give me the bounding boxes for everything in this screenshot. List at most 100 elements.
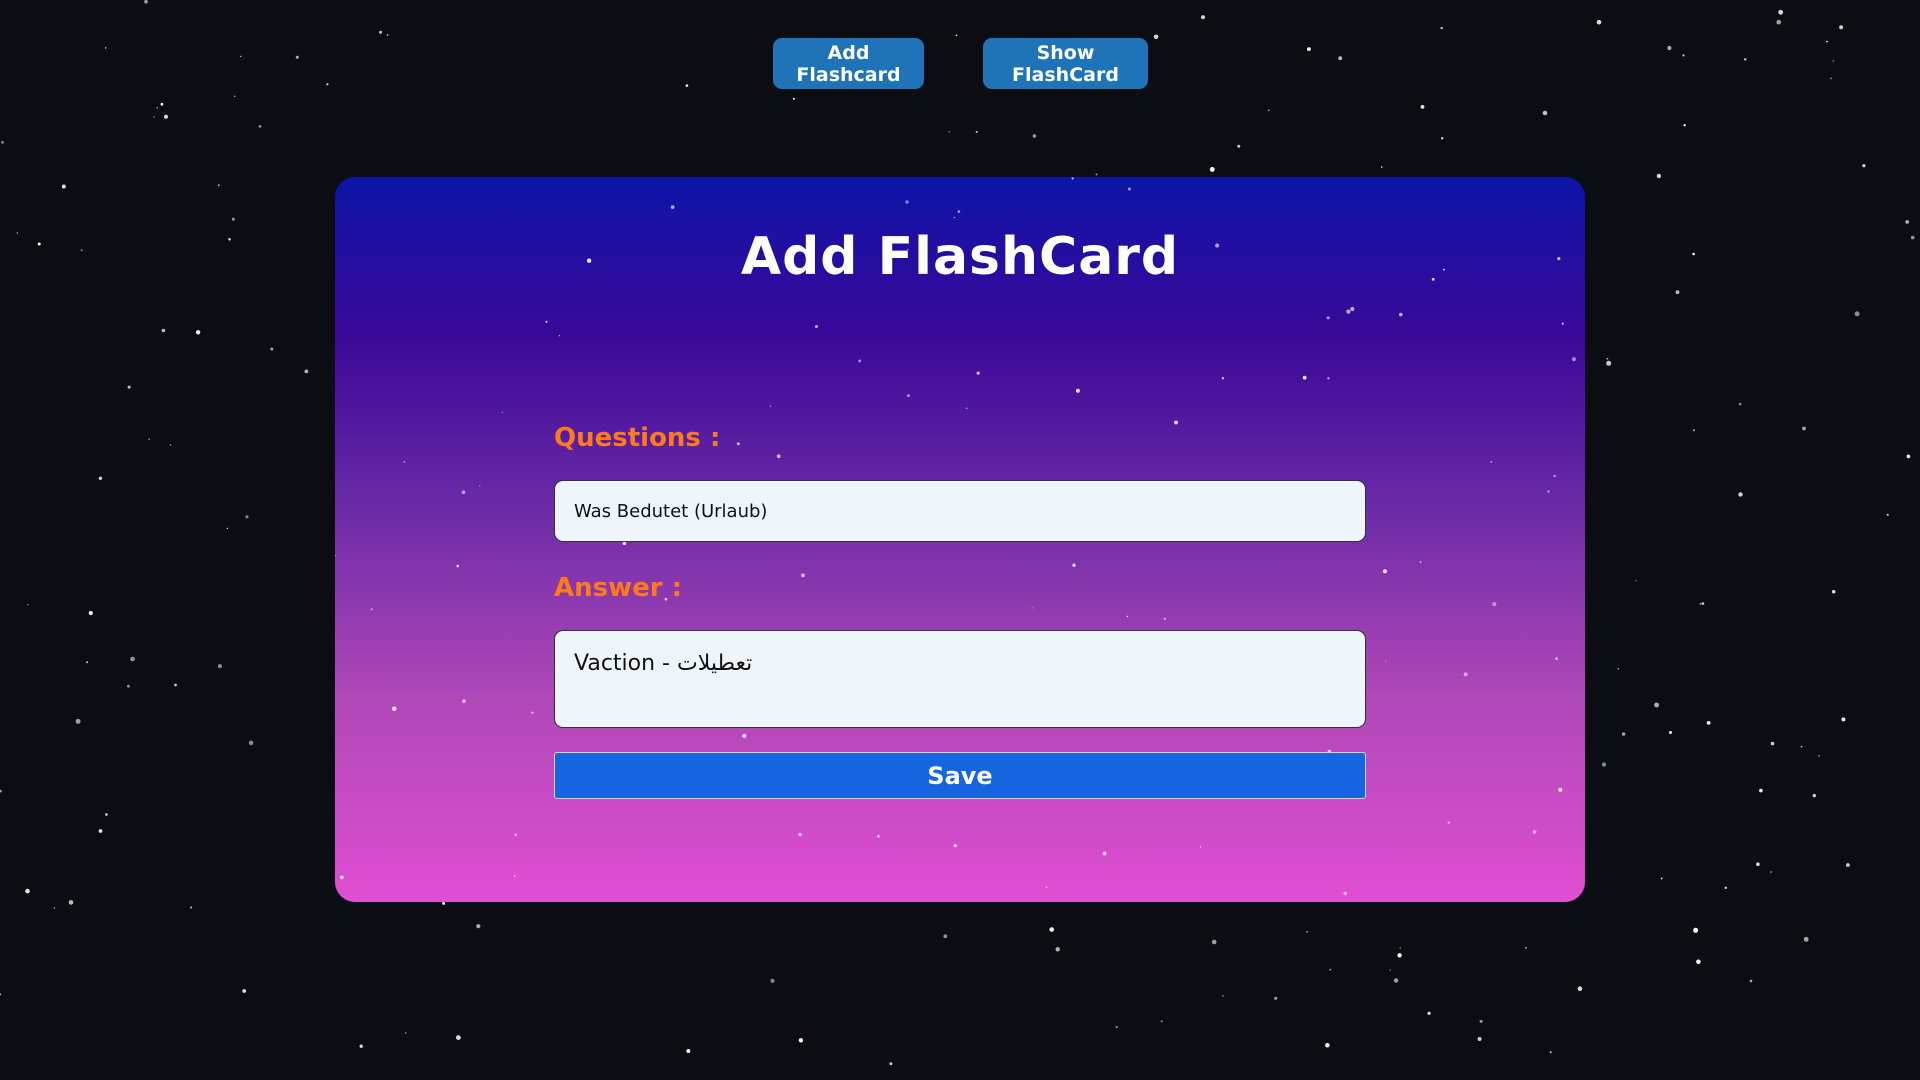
star (798, 1038, 804, 1043)
star (1049, 927, 1054, 932)
star (858, 359, 862, 363)
star (127, 385, 131, 389)
star (190, 906, 193, 909)
answer-label: Answer : (554, 573, 683, 603)
star (976, 371, 980, 375)
star (404, 1032, 407, 1034)
star (1274, 996, 1278, 1000)
star (228, 238, 231, 241)
star (948, 131, 950, 133)
star (1160, 1020, 1163, 1023)
star (1905, 220, 1909, 224)
star (815, 325, 818, 328)
star (1759, 788, 1763, 793)
star (1778, 9, 1784, 15)
star (442, 902, 445, 905)
star (1075, 388, 1080, 393)
star (1211, 939, 1217, 945)
star (1525, 947, 1527, 949)
star (1596, 19, 1602, 25)
star (148, 438, 151, 441)
star (1222, 995, 1224, 997)
star (1221, 377, 1225, 380)
star (392, 706, 397, 711)
star (1553, 474, 1557, 478)
star (1542, 110, 1548, 116)
star (1200, 15, 1206, 20)
star (1399, 947, 1401, 949)
star (1635, 580, 1637, 582)
star (105, 813, 108, 816)
star (558, 334, 561, 337)
show-flashcard-nav-button[interactable]: Show FlashCard (983, 38, 1148, 89)
star (126, 684, 130, 688)
star (1756, 862, 1760, 866)
star (234, 95, 236, 98)
star (1326, 316, 1330, 320)
add-flashcard-panel: Add FlashCard Questions : Answer : Vacti… (335, 177, 1585, 902)
star (770, 978, 775, 983)
star (370, 608, 373, 611)
star (1724, 886, 1728, 889)
star (1325, 1042, 1330, 1048)
flashcard-form: Questions : Answer : Vaction - تعطيلات S… (554, 422, 1366, 799)
star (1812, 793, 1817, 798)
star (1699, 602, 1702, 605)
star (1660, 877, 1663, 880)
star (953, 216, 956, 219)
star (877, 835, 880, 838)
star (955, 34, 958, 37)
answer-input[interactable]: Vaction - تعطيلات (554, 630, 1366, 728)
star (1115, 1025, 1118, 1029)
star (1441, 137, 1444, 140)
star (545, 320, 548, 323)
star (1343, 891, 1347, 896)
star (339, 875, 344, 880)
star (1419, 561, 1422, 563)
star (1440, 26, 1443, 30)
star (1399, 312, 1403, 317)
star (403, 461, 406, 463)
star (68, 900, 74, 905)
star (479, 485, 481, 487)
star (531, 711, 534, 714)
top-nav: Add Flashcard Show FlashCard (0, 38, 1920, 89)
star (25, 888, 30, 894)
star (1656, 173, 1662, 179)
star (217, 664, 222, 669)
star (770, 405, 772, 407)
star (1601, 762, 1607, 767)
question-input[interactable] (554, 480, 1366, 542)
star (1397, 953, 1402, 958)
star (53, 907, 56, 909)
star (798, 833, 802, 837)
star (1701, 602, 1705, 605)
star (1841, 717, 1846, 722)
star (37, 242, 41, 246)
save-button[interactable]: Save (554, 752, 1366, 799)
star (1706, 721, 1711, 725)
star (1846, 863, 1850, 867)
star (1692, 252, 1695, 256)
star (386, 34, 389, 36)
star (98, 476, 103, 480)
star (1420, 105, 1425, 109)
star (98, 829, 103, 833)
star (1463, 672, 1468, 677)
star (462, 699, 466, 704)
star (957, 210, 961, 213)
star (156, 107, 158, 109)
star (907, 394, 910, 397)
star (1209, 167, 1215, 172)
star (174, 683, 177, 687)
star (1490, 461, 1493, 463)
star (889, 1062, 893, 1066)
star (16, 232, 18, 234)
star (1327, 377, 1330, 380)
star (501, 411, 503, 413)
star (1346, 309, 1351, 314)
star (75, 718, 81, 724)
star (1237, 144, 1241, 148)
star (1683, 124, 1686, 127)
add-flashcard-nav-button[interactable]: Add Flashcard (773, 38, 924, 89)
